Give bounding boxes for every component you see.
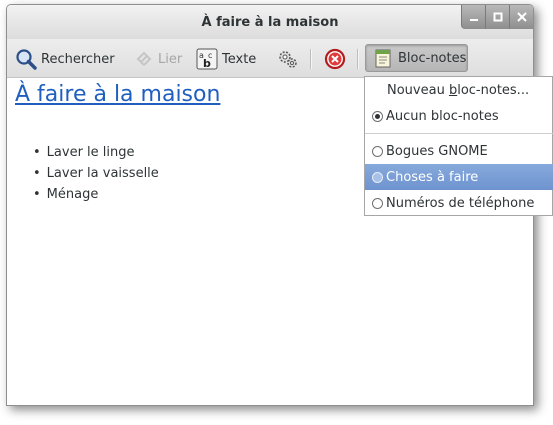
radio-selected-icon [372, 110, 383, 122]
maximize-button[interactable] [485, 5, 509, 29]
link-label: Lier [158, 51, 183, 67]
menu-item-label: Aucun bloc-notes [386, 108, 499, 124]
tools-button[interactable] [277, 47, 299, 71]
window-controls [461, 5, 533, 31]
notebook-button[interactable]: Bloc-notes [365, 44, 468, 72]
list-item[interactable]: Laver le linge [33, 142, 159, 163]
title-bar[interactable]: À faire à la maison [7, 5, 533, 39]
delete-note-button[interactable] [324, 47, 346, 71]
menu-item-gnome-bugs[interactable]: Bogues GNOME [365, 138, 553, 164]
close-window-button[interactable] [509, 5, 533, 29]
notebook-icon [375, 49, 391, 68]
text-label: Texte [222, 51, 257, 67]
link-icon [136, 51, 152, 67]
search-icon [16, 49, 37, 70]
notebook-label: Bloc-notes [398, 50, 467, 66]
radio-icon [372, 171, 383, 183]
menu-item-label: Numéros de téléphone [386, 195, 535, 211]
maximize-icon [493, 12, 502, 22]
list-item[interactable]: Laver la vaisselle [33, 163, 159, 184]
notebook-dropdown-menu: Nouveau b loc-notes... Aucun bloc-notes B… [364, 76, 553, 216]
toolbar-separator [310, 49, 312, 69]
menu-item-phone-numbers[interactable]: Numéros de téléphone [365, 190, 553, 216]
toolbar-separator [357, 49, 359, 69]
menu-item-things-to-do[interactable]: Choses à faire [365, 164, 553, 190]
search-label: Rechercher [41, 51, 115, 67]
text-format-icon: a c b [196, 48, 218, 70]
menu-separator [365, 133, 553, 134]
menu-item-label: Bogues GNOME [386, 143, 488, 159]
menu-item-no-notebook[interactable]: Aucun bloc-notes [365, 103, 553, 129]
window-title: À faire à la maison [201, 15, 339, 30]
toolbar: Rechercher Lier a c b Texte Bloc-notes [7, 39, 533, 78]
list-item[interactable]: Ménage [33, 184, 159, 205]
minimize-icon [469, 19, 478, 21]
text-button[interactable]: a c b Texte [196, 47, 256, 71]
radio-icon [372, 145, 383, 157]
minimize-button[interactable] [461, 5, 485, 29]
new-notebook-menu-item[interactable]: Nouveau b loc-notes... [365, 77, 553, 103]
radio-icon [372, 197, 383, 209]
new-notebook-label-prefix: Nouveau [387, 82, 449, 98]
delete-icon [324, 48, 346, 70]
note-title[interactable]: À faire à la maison [15, 82, 220, 107]
gear-icon [279, 51, 297, 68]
link-button[interactable]: Lier [134, 47, 182, 71]
search-button[interactable]: Rechercher [15, 47, 115, 71]
note-bullet-list: Laver le linge Laver la vaisselle Ménage [33, 142, 159, 205]
new-notebook-mnemonic: b [448, 82, 458, 98]
new-notebook-label-suffix: loc-notes... [457, 82, 530, 98]
svg-text:b: b [203, 57, 211, 70]
close-icon [516, 12, 527, 22]
menu-item-label: Choses à faire [386, 169, 479, 185]
